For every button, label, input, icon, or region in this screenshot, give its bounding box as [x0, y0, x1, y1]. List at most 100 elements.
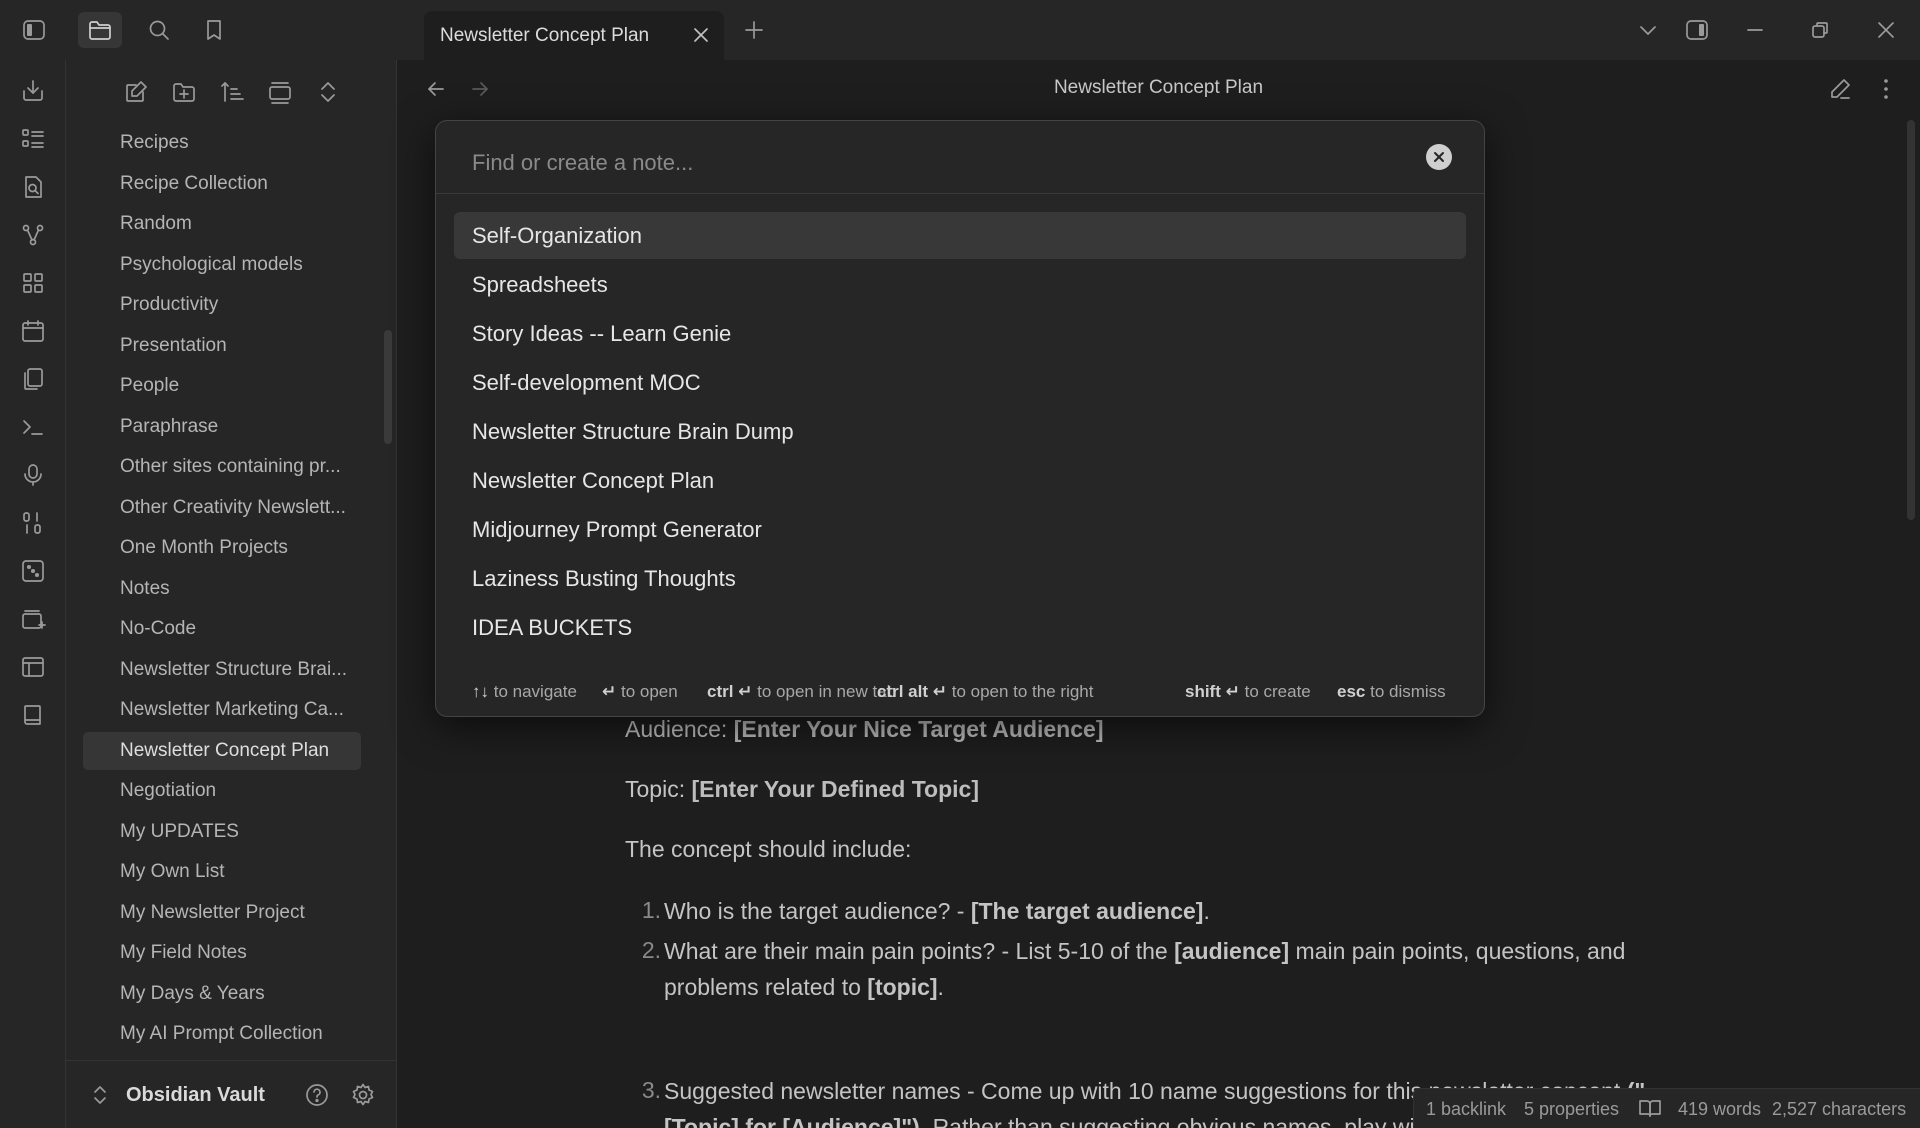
- instruction-key: ctrl ↵: [707, 682, 753, 701]
- import-icon[interactable]: [20, 78, 46, 104]
- settings-gear-icon[interactable]: [350, 1082, 376, 1108]
- vault-switcher[interactable]: Obsidian Vault: [66, 1060, 396, 1128]
- canvas-icon[interactable]: [20, 270, 46, 296]
- file-item[interactable]: My Own List: [83, 853, 361, 891]
- instruction-text: to dismiss: [1370, 682, 1446, 701]
- suggestion-item[interactable]: Spreadsheets: [454, 261, 1466, 308]
- new-folder-icon[interactable]: [170, 78, 198, 106]
- tab-list-chevron-down-icon[interactable]: [1628, 12, 1668, 48]
- instruction-hint: ctrl alt ↵ to open to the right: [877, 682, 1094, 702]
- suggestion-item[interactable]: Self-Organization: [454, 212, 1466, 259]
- backlink-count[interactable]: 1 backlink: [1426, 1099, 1506, 1120]
- suggestion-item[interactable]: Midjourney Prompt Generator: [454, 506, 1466, 553]
- clear-search-button[interactable]: [1426, 144, 1452, 170]
- chevron-up-down-icon[interactable]: [90, 1083, 110, 1107]
- edit-pencil-icon[interactable]: [1827, 76, 1853, 102]
- layout-icon[interactable]: [20, 654, 46, 680]
- suggestion-item[interactable]: IDEA BUCKETS: [454, 604, 1466, 651]
- ribbon: [0, 60, 66, 1128]
- file-item[interactable]: Other sites containing pr...: [83, 448, 361, 486]
- help-icon[interactable]: [304, 1082, 330, 1108]
- binary-icon[interactable]: [20, 510, 46, 536]
- list-number: 3.: [641, 1077, 661, 1103]
- file-item[interactable]: Presentation: [83, 327, 361, 365]
- sort-icon[interactable]: [218, 78, 246, 106]
- find-file-icon[interactable]: [20, 174, 46, 200]
- reading-view-icon[interactable]: [1638, 1097, 1662, 1119]
- status-bar: 1 backlink 5 properties 419 words 2,527 …: [1413, 1088, 1920, 1128]
- calendar-icon[interactable]: [20, 318, 46, 344]
- editor-scrollbar[interactable]: [1907, 120, 1915, 520]
- file-item[interactable]: Newsletter Concept Plan: [83, 732, 361, 770]
- templates-icon[interactable]: [20, 366, 46, 392]
- close-window-icon[interactable]: [1866, 12, 1906, 48]
- file-item[interactable]: People: [83, 367, 361, 405]
- file-item[interactable]: My Field Notes: [83, 934, 361, 972]
- file-explorer: Recipes Recipe Collection Random Psychologi…: [66, 60, 397, 1128]
- auto-reveal-icon[interactable]: [266, 78, 294, 106]
- file-item[interactable]: Psychological models: [83, 246, 361, 284]
- new-note-icon[interactable]: [122, 78, 150, 106]
- file-item[interactable]: Other Creativity Newslett...: [83, 489, 361, 527]
- suggestion-item[interactable]: Laziness Busting Thoughts: [454, 555, 1466, 602]
- properties-count[interactable]: 5 properties: [1524, 1099, 1619, 1120]
- file-item[interactable]: Paraphrase: [83, 408, 361, 446]
- file-item[interactable]: Newsletter Structure Brai...: [83, 651, 361, 689]
- collapse-all-icon[interactable]: [314, 78, 342, 106]
- instruction-hint: ↵ to open: [602, 682, 678, 702]
- search-icon[interactable]: [137, 12, 181, 48]
- file-item[interactable]: Negotiation: [83, 772, 361, 810]
- instruction-text: to open in new tab: [757, 682, 897, 701]
- file-item[interactable]: My Newsletter Project: [83, 894, 361, 932]
- vault-name[interactable]: Obsidian Vault: [126, 1084, 265, 1107]
- graph-view-icon[interactable]: [20, 222, 46, 248]
- files-tab-icon[interactable]: [78, 12, 122, 48]
- instruction-hint: ↑↓ to navigate: [472, 682, 577, 702]
- microphone-icon[interactable]: [20, 462, 46, 488]
- title-bar: Newsletter Concept Plan: [0, 0, 1920, 60]
- file-item[interactable]: Recipe Collection: [83, 165, 361, 203]
- view-header-title[interactable]: Newsletter Concept Plan: [397, 77, 1920, 99]
- character-count: 2,527 characters: [1772, 1099, 1907, 1119]
- close-tab-icon[interactable]: [690, 24, 712, 46]
- file-item[interactable]: Notes: [83, 570, 361, 608]
- tab-newsletter-concept-plan[interactable]: Newsletter Concept Plan: [424, 11, 724, 60]
- file-item[interactable]: My AI Prompt Collection: [83, 1015, 361, 1053]
- instruction-text: to open: [620, 682, 678, 701]
- suggestion-item[interactable]: Story Ideas -- Learn Genie: [454, 310, 1466, 357]
- instruction-key: shift ↵: [1185, 682, 1240, 701]
- bookmark-icon[interactable]: [192, 12, 236, 48]
- file-item[interactable]: Productivity: [83, 286, 361, 324]
- tab-title: Newsletter Concept Plan: [440, 25, 650, 46]
- minimize-icon[interactable]: [1735, 12, 1775, 48]
- new-tab-icon[interactable]: [732, 12, 776, 48]
- instruction-text: to navigate: [493, 682, 577, 701]
- file-item[interactable]: My Days & Years: [83, 975, 361, 1013]
- terminal-icon[interactable]: [20, 414, 46, 440]
- toggle-right-sidebar-icon[interactable]: [1677, 12, 1717, 48]
- list-item: What are their main pain points? - List …: [664, 938, 1626, 1000]
- file-item[interactable]: No-Code: [83, 610, 361, 648]
- suggestion-item[interactable]: Newsletter Structure Brain Dump: [454, 408, 1466, 455]
- more-options-icon[interactable]: [1873, 76, 1899, 102]
- list-icon[interactable]: [20, 126, 46, 152]
- file-item[interactable]: Recipes: [83, 124, 361, 162]
- instruction-key: esc: [1337, 682, 1366, 701]
- file-item[interactable]: Random: [83, 205, 361, 243]
- suggestion-item[interactable]: Self-development MOC: [454, 359, 1466, 406]
- quick-switcher-modal: Self-OrganizationSpreadsheetsStory Ideas…: [435, 120, 1485, 717]
- file-item[interactable]: Newsletter Marketing Ca...: [83, 691, 361, 729]
- suggestion-item[interactable]: Newsletter Concept Plan: [454, 457, 1466, 504]
- file-item[interactable]: My UPDATES: [83, 813, 361, 851]
- search-input[interactable]: [472, 143, 1372, 183]
- word-count: 419 words: [1678, 1099, 1762, 1119]
- instruction-hint: ctrl ↵ to open in new tab: [707, 682, 896, 702]
- book-icon[interactable]: [20, 702, 46, 728]
- sidebar-scrollbar[interactable]: [384, 330, 392, 444]
- dice-icon[interactable]: [20, 558, 46, 584]
- toggle-left-sidebar-icon[interactable]: [12, 12, 56, 48]
- restore-icon[interactable]: [1800, 12, 1840, 48]
- file-item[interactable]: One Month Projects: [83, 529, 361, 567]
- divider: [436, 193, 1484, 194]
- add-card-icon[interactable]: [20, 606, 46, 632]
